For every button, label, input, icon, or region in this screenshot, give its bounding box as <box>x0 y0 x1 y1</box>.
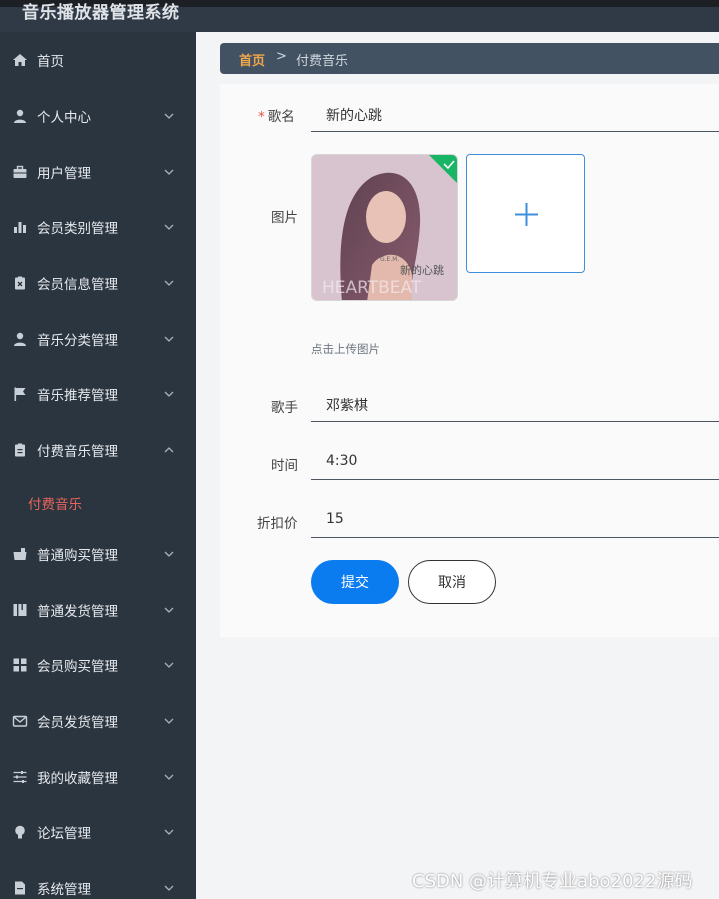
book-icon <box>12 602 28 618</box>
sidebar-item-normal-shipping[interactable]: 普通发货管理 <box>0 585 196 635</box>
singer-label: 歌手 <box>271 400 298 416</box>
sidebar-item-label: 用户管理 <box>37 166 91 182</box>
chevron-up-icon <box>163 444 175 456</box>
bar-chart-icon <box>12 219 28 235</box>
svg-text:G.E.M.: G.E.M. <box>380 256 399 263</box>
sliders-icon <box>12 769 28 785</box>
chevron-down-icon <box>163 715 175 727</box>
sidebar-item-personal-center[interactable]: 个人中心 <box>0 91 196 141</box>
chevron-down-icon <box>163 882 175 894</box>
upload-hint: 点击上传图片 <box>311 342 380 356</box>
sidebar-item-label: 我的收藏管理 <box>37 771 118 787</box>
chevron-down-icon <box>163 659 175 671</box>
sidebar-item-music-recommend[interactable]: 音乐推荐管理 <box>0 369 196 419</box>
chevron-down-icon <box>163 388 175 400</box>
briefcase-icon <box>12 164 28 180</box>
album-cover-art: HEARTBEAT 新的心跳 G.E.M. <box>312 155 457 300</box>
cart-icon <box>12 546 28 562</box>
chevron-down-icon <box>163 826 175 838</box>
home-icon <box>12 52 28 68</box>
mail-icon <box>12 713 28 729</box>
breadcrumb-current: 付费音乐 <box>296 54 349 69</box>
svg-text:新的心跳: 新的心跳 <box>400 263 444 277</box>
duration-label: 时间 <box>271 458 298 474</box>
top-bar: 音乐播放器管理系统 <box>0 0 719 32</box>
sidebar-item-label: 论坛管理 <box>37 826 91 842</box>
duration-input[interactable]: 4:30 <box>311 444 719 480</box>
sidebar-item-system[interactable]: 系统管理 <box>0 863 196 899</box>
sidebar-item-music-category[interactable]: 音乐分类管理 <box>0 314 196 364</box>
singer-input[interactable]: 邓紫棋 <box>311 386 719 422</box>
sidebar-item-label: 首页 <box>37 54 64 70</box>
chevron-down-icon <box>163 277 175 289</box>
watermark: CSDN @计算机专业abo2022源码 <box>412 871 693 892</box>
sidebar-item-normal-purchase[interactable]: 普通购买管理 <box>0 529 196 579</box>
chevron-down-icon <box>163 333 175 345</box>
sidebar: 首页 个人中心 用户管理 会员类别管理 会员信息管理 音乐分类管理 音乐推荐管理… <box>0 32 196 899</box>
chevron-down-icon <box>163 771 175 783</box>
chevron-down-icon <box>163 548 175 560</box>
clipboard-x-icon <box>12 275 28 291</box>
clipboard-icon <box>12 442 28 458</box>
discount-price-input[interactable]: 15 <box>311 502 719 538</box>
sidebar-item-label: 普通发货管理 <box>37 604 118 620</box>
submenu-item-paid-music[interactable]: 付费音乐 <box>28 493 82 513</box>
image-label: 图片 <box>271 210 298 226</box>
breadcrumb: 首页 > 付费音乐 <box>220 43 719 74</box>
sidebar-item-label: 音乐分类管理 <box>37 333 118 349</box>
app-title: 音乐播放器管理系统 <box>22 3 180 23</box>
breadcrumb-separator: > <box>276 49 287 64</box>
bulb-icon <box>12 824 28 840</box>
breadcrumb-home-link[interactable]: 首页 <box>239 50 265 69</box>
sidebar-item-my-favorites[interactable]: 我的收藏管理 <box>0 752 196 802</box>
sidebar-item-label: 个人中心 <box>37 110 91 126</box>
required-asterisk: * <box>258 109 265 125</box>
sidebar-item-member-info[interactable]: 会员信息管理 <box>0 258 196 308</box>
sidebar-item-home[interactable]: 首页 <box>0 35 196 85</box>
flag-icon <box>12 386 28 402</box>
sidebar-item-label: 普通购买管理 <box>37 548 118 564</box>
sidebar-item-label: 会员信息管理 <box>37 277 118 293</box>
sidebar-item-label: 会员购买管理 <box>37 659 118 675</box>
sidebar-item-member-purchase[interactable]: 会员购买管理 <box>0 640 196 690</box>
sidebar-item-label: 会员类别管理 <box>37 221 118 237</box>
sidebar-item-label: 音乐推荐管理 <box>37 388 118 404</box>
chevron-down-icon <box>163 110 175 122</box>
sidebar-item-label: 系统管理 <box>37 882 91 898</box>
sidebar-item-forum[interactable]: 论坛管理 <box>0 807 196 857</box>
chevron-down-icon <box>163 221 175 233</box>
user-icon <box>12 331 28 347</box>
song-name-label: * 歌名 <box>258 109 295 125</box>
sidebar-item-label: 会员发货管理 <box>37 715 118 731</box>
image-upload-button[interactable] <box>466 154 585 273</box>
user-icon <box>12 108 28 124</box>
chevron-down-icon <box>163 604 175 616</box>
file-icon <box>12 880 28 896</box>
discount-price-label: 折扣价 <box>257 516 298 532</box>
album-cover-thumbnail[interactable]: HEARTBEAT 新的心跳 G.E.M. <box>311 154 458 301</box>
grid-icon <box>12 657 28 673</box>
sidebar-item-paid-music[interactable]: 付费音乐管理 <box>0 425 196 475</box>
plus-icon <box>515 203 538 226</box>
cancel-button[interactable]: 取消 <box>408 560 496 604</box>
song-name-input[interactable]: 新的心跳 <box>311 96 719 132</box>
sidebar-item-member-shipping[interactable]: 会员发货管理 <box>0 696 196 746</box>
chevron-down-icon <box>163 166 175 178</box>
svg-text:HEARTBEAT: HEARTBEAT <box>322 278 422 298</box>
sidebar-item-user-management[interactable]: 用户管理 <box>0 147 196 197</box>
sidebar-item-label: 付费音乐管理 <box>37 444 118 460</box>
submit-button[interactable]: 提交 <box>311 560 399 604</box>
sidebar-item-member-category[interactable]: 会员类别管理 <box>0 202 196 252</box>
